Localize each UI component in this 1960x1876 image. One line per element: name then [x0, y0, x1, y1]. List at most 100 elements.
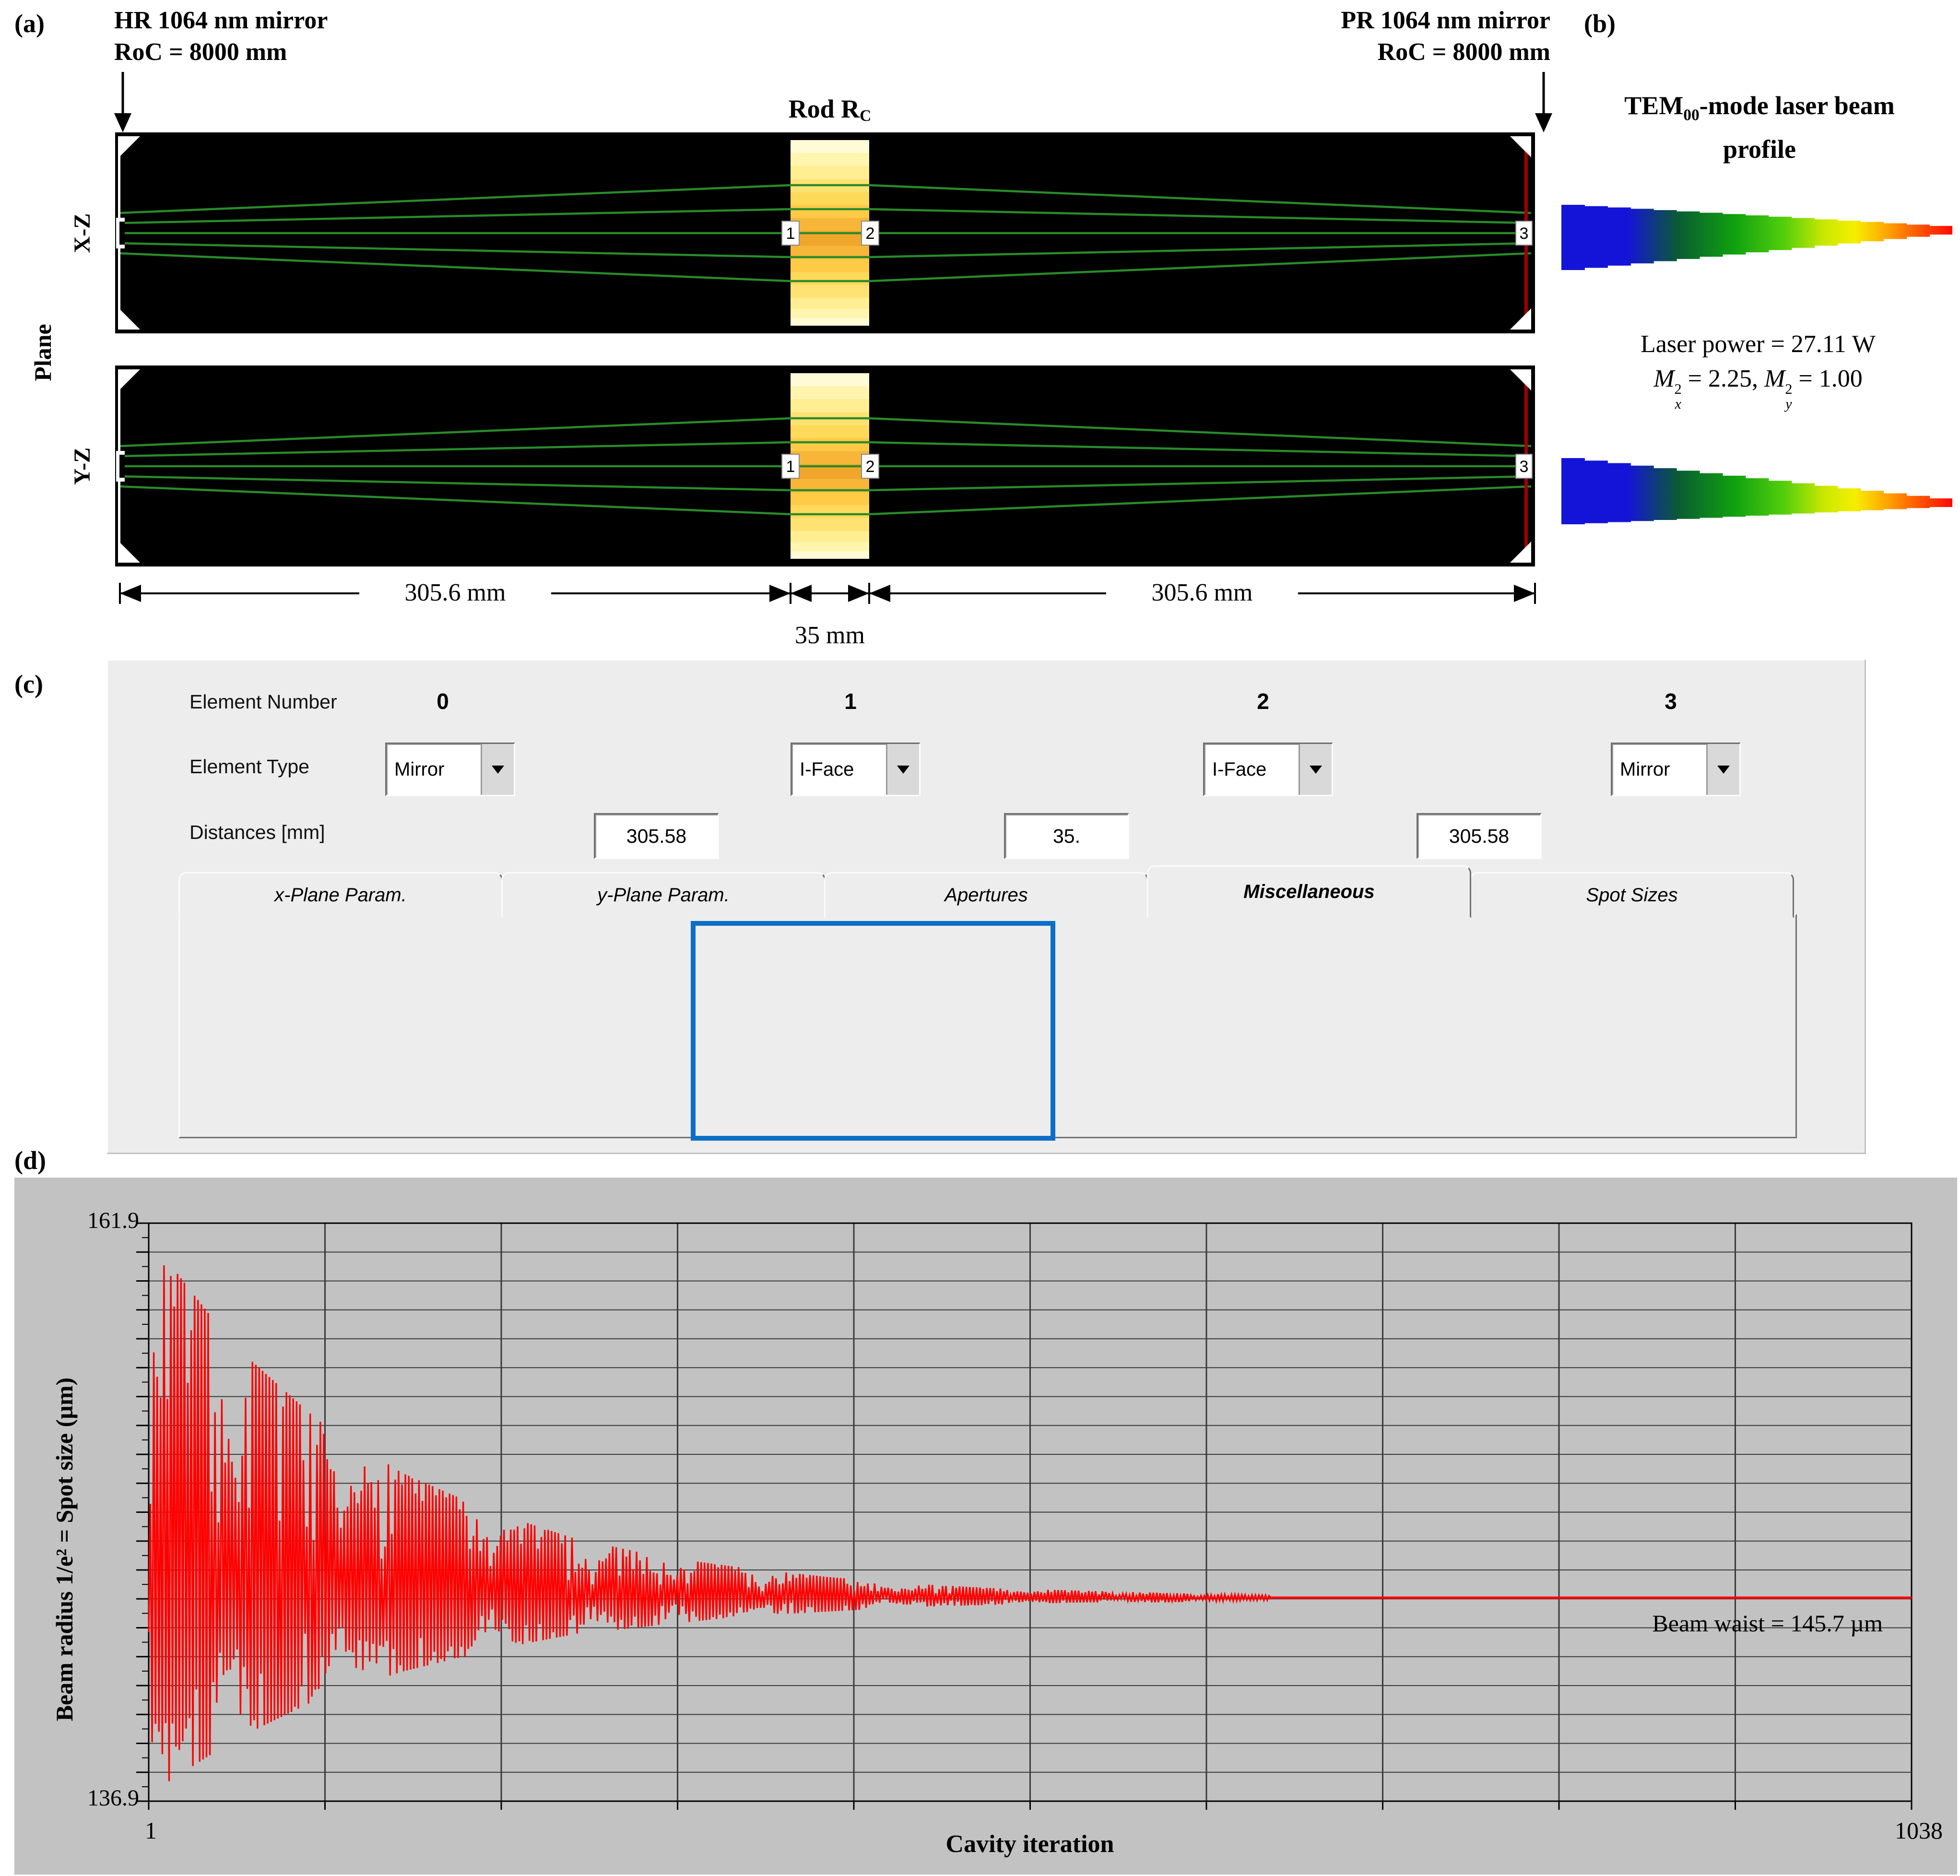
element-type-row-label: Element Type — [189, 755, 309, 778]
profile-step — [1653, 468, 1677, 520]
profile-step — [1699, 212, 1723, 257]
mirror-marker-3: 3 — [1520, 224, 1529, 243]
beam-waist-annotation: Beam waist = 145.7 µm — [1652, 1610, 1883, 1637]
rod-face-marker-2: 2 — [866, 224, 875, 243]
profile-step — [1883, 223, 1907, 239]
element-type-select-3[interactable]: Mirror — [1611, 743, 1741, 796]
chevron-down-icon — [897, 766, 909, 780]
element-type-select-0[interactable]: Mirror — [385, 743, 515, 796]
chevron-down-icon — [1717, 766, 1730, 780]
hr-arrow-icon — [114, 72, 131, 132]
panel-b-label: (b) — [1584, 9, 1616, 38]
element-type-value-0: Mirror — [394, 758, 445, 780]
beam-ray — [118, 475, 1532, 492]
profile-step — [1745, 478, 1769, 516]
profile-step — [1745, 215, 1769, 252]
profile-step — [1630, 209, 1654, 264]
element-type-value-2: I-Face — [1212, 758, 1267, 780]
rod-face-marker-2: 2 — [866, 458, 875, 476]
rod-face-marker-1: 1 — [786, 224, 795, 243]
profile-step — [1768, 481, 1792, 515]
element-type-value-1: I-Face — [800, 758, 854, 780]
profile-step — [1676, 471, 1700, 519]
profile-step — [1860, 222, 1884, 241]
element-number-2: 2 — [1257, 689, 1269, 714]
profile-step — [1883, 493, 1907, 509]
dropdown-button[interactable] — [1299, 744, 1332, 795]
tab-x-plane-param[interactable]: x-Plane Param. — [178, 872, 503, 918]
distance-input-0[interactable]: 305.58 — [594, 813, 719, 859]
dropdown-button[interactable] — [1706, 744, 1739, 795]
laser-power-text: Laser power = 27.11 W — [1641, 330, 1876, 358]
element-number-row-label: Element Number — [189, 691, 337, 713]
distances-row-label: Distances [mm] — [189, 821, 325, 843]
tab-apertures[interactable]: Apertures — [824, 872, 1148, 918]
cavity-view-xz: 1 2 3 — [115, 132, 1535, 333]
beam-profile-title: TEM00-mode laser beam profile — [1624, 91, 1895, 164]
profile-step — [1653, 210, 1677, 261]
profile-step — [1814, 485, 1838, 513]
hr-mirror-line2: RoC = 8000 mm — [114, 38, 287, 66]
profile-step — [1906, 224, 1930, 237]
dimension-left-label: 305.6 mm — [359, 578, 551, 607]
xz-plane-label: X-Z — [70, 213, 95, 253]
profile-step — [1929, 226, 1952, 235]
profile-step — [1561, 205, 1585, 270]
convergence-chart — [136, 1222, 1913, 1810]
beam-ray — [118, 242, 1532, 259]
rod-face-marker-1: 1 — [786, 458, 795, 476]
panel-a-label: (a) — [14, 9, 45, 38]
element-type-select-1[interactable]: I-Face — [791, 743, 921, 796]
profile-step — [1722, 214, 1746, 255]
dropdown-button[interactable] — [481, 744, 514, 795]
element-number-3: 3 — [1665, 689, 1677, 714]
profile-step — [1791, 218, 1815, 248]
profile-step — [1837, 488, 1861, 511]
x-axis-start-label: 1 — [145, 1817, 157, 1844]
profile-step — [1791, 483, 1815, 514]
profile-step — [1814, 219, 1838, 246]
y-axis-title: Beam radius 1/e² = Spot size (µm) — [51, 1377, 78, 1722]
cavity-yz-overlay: 1 2 3 — [116, 369, 1533, 563]
dimension-middle-label: 35 mm — [795, 622, 865, 649]
pr-arrow-icon — [1535, 72, 1552, 132]
cavity-view-yz: 1 2 3 — [115, 366, 1535, 566]
dropdown-button[interactable] — [886, 744, 919, 795]
profile-step — [1607, 207, 1631, 266]
profile-step — [1722, 475, 1746, 517]
panel-c-label: (c) — [14, 670, 43, 698]
beam-quality-highlight-box — [691, 921, 1055, 1141]
x-axis-title: Cavity iteration — [945, 1830, 1114, 1858]
element-number-0: 0 — [437, 689, 449, 714]
beam-ray — [118, 208, 1532, 224]
pr-mirror-line1: PR 1064 nm mirror — [1341, 7, 1550, 34]
profile-step — [1768, 216, 1792, 250]
profile-step — [1699, 473, 1723, 518]
figure-page: (a) HR 1064 nm mirror RoC = 8000 mm PR 1… — [0, 0, 1960, 1876]
pr-mirror-label: PR 1064 nm mirror RoC = 8000 mm — [1257, 5, 1550, 68]
tab-y-plane-param[interactable]: y-Plane Param. — [501, 872, 826, 918]
profile-step — [1561, 458, 1585, 524]
element-type-select-2[interactable]: I-Face — [1203, 743, 1333, 796]
chevron-down-icon — [492, 766, 504, 780]
tab-miscellaneous[interactable]: Miscellaneous — [1147, 865, 1471, 918]
profile-step — [1584, 460, 1608, 523]
cavity-xz-overlay: 1 2 3 — [116, 136, 1533, 330]
convergence-chart-panel: 161.9 136.9 Beam radius 1/e² = Spot size… — [14, 1178, 1957, 1875]
profile-step — [1837, 221, 1861, 244]
plane-axis-label: Plane — [29, 324, 56, 381]
profile-step — [1676, 211, 1700, 259]
hr-mirror-line1: HR 1064 nm mirror — [114, 7, 328, 34]
beam-profile-x — [1561, 205, 1952, 270]
distance-input-1[interactable]: 35. — [1004, 813, 1129, 859]
tab-spot-sizes[interactable]: Spot Sizes — [1470, 872, 1794, 918]
profile-step — [1929, 498, 1952, 507]
beam-profile-y — [1561, 458, 1952, 524]
dimension-right-label: 305.6 mm — [1106, 578, 1298, 607]
mirror-marker-3: 3 — [1520, 458, 1529, 476]
panel-d-label: (d) — [14, 1146, 46, 1175]
profile-step — [1584, 206, 1608, 268]
m2-values-text: M2x = 2.25, M2y = 1.00 — [1653, 365, 1863, 412]
pr-mirror-line2: RoC = 8000 mm — [1377, 38, 1550, 66]
distance-input-2[interactable]: 305.58 — [1417, 813, 1542, 859]
